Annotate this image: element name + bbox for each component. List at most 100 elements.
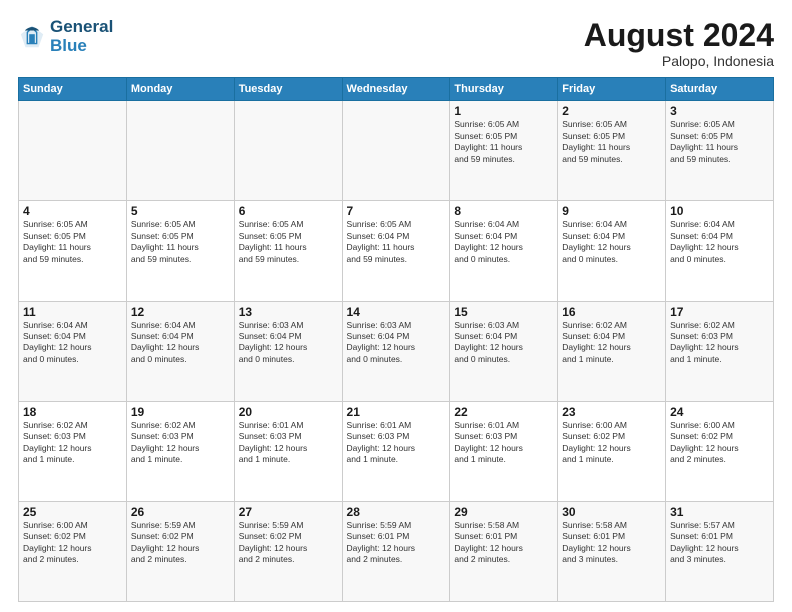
calendar-cell: 22Sunrise: 6:01 AM Sunset: 6:03 PM Dayli…	[450, 401, 558, 501]
day-info: Sunrise: 6:04 AM Sunset: 6:04 PM Dayligh…	[23, 320, 122, 366]
day-number: 3	[670, 104, 769, 118]
calendar-cell: 16Sunrise: 6:02 AM Sunset: 6:04 PM Dayli…	[558, 301, 666, 401]
day-info: Sunrise: 6:03 AM Sunset: 6:04 PM Dayligh…	[347, 320, 446, 366]
calendar-cell: 28Sunrise: 5:59 AM Sunset: 6:01 PM Dayli…	[342, 501, 450, 601]
calendar-cell: 4Sunrise: 6:05 AM Sunset: 6:05 PM Daylig…	[19, 201, 127, 301]
day-info: Sunrise: 6:01 AM Sunset: 6:03 PM Dayligh…	[239, 420, 338, 466]
day-number: 30	[562, 505, 661, 519]
day-info: Sunrise: 6:00 AM Sunset: 6:02 PM Dayligh…	[23, 520, 122, 566]
day-number: 6	[239, 204, 338, 218]
calendar-cell: 8Sunrise: 6:04 AM Sunset: 6:04 PM Daylig…	[450, 201, 558, 301]
logo-icon	[18, 23, 46, 51]
day-info: Sunrise: 6:05 AM Sunset: 6:05 PM Dayligh…	[562, 119, 661, 165]
calendar-cell: 20Sunrise: 6:01 AM Sunset: 6:03 PM Dayli…	[234, 401, 342, 501]
day-info: Sunrise: 5:59 AM Sunset: 6:02 PM Dayligh…	[131, 520, 230, 566]
day-number: 1	[454, 104, 553, 118]
calendar-cell: 21Sunrise: 6:01 AM Sunset: 6:03 PM Dayli…	[342, 401, 450, 501]
calendar-week-row: 1Sunrise: 6:05 AM Sunset: 6:05 PM Daylig…	[19, 101, 774, 201]
col-monday: Monday	[126, 78, 234, 101]
header: General Blue August 2024 Palopo, Indones…	[18, 18, 774, 69]
calendar-cell: 3Sunrise: 6:05 AM Sunset: 6:05 PM Daylig…	[666, 101, 774, 201]
calendar-cell: 6Sunrise: 6:05 AM Sunset: 6:05 PM Daylig…	[234, 201, 342, 301]
day-number: 27	[239, 505, 338, 519]
calendar-cell	[234, 101, 342, 201]
day-info: Sunrise: 6:05 AM Sunset: 6:05 PM Dayligh…	[454, 119, 553, 165]
day-number: 2	[562, 104, 661, 118]
day-number: 5	[131, 204, 230, 218]
day-info: Sunrise: 5:58 AM Sunset: 6:01 PM Dayligh…	[454, 520, 553, 566]
day-info: Sunrise: 6:02 AM Sunset: 6:03 PM Dayligh…	[670, 320, 769, 366]
calendar-cell: 10Sunrise: 6:04 AM Sunset: 6:04 PM Dayli…	[666, 201, 774, 301]
calendar-cell	[342, 101, 450, 201]
day-number: 14	[347, 305, 446, 319]
day-number: 23	[562, 405, 661, 419]
col-tuesday: Tuesday	[234, 78, 342, 101]
calendar-cell: 30Sunrise: 5:58 AM Sunset: 6:01 PM Dayli…	[558, 501, 666, 601]
day-info: Sunrise: 6:02 AM Sunset: 6:03 PM Dayligh…	[23, 420, 122, 466]
calendar-week-row: 18Sunrise: 6:02 AM Sunset: 6:03 PM Dayli…	[19, 401, 774, 501]
day-info: Sunrise: 5:59 AM Sunset: 6:01 PM Dayligh…	[347, 520, 446, 566]
calendar-cell: 12Sunrise: 6:04 AM Sunset: 6:04 PM Dayli…	[126, 301, 234, 401]
calendar-cell: 14Sunrise: 6:03 AM Sunset: 6:04 PM Dayli…	[342, 301, 450, 401]
calendar-cell: 31Sunrise: 5:57 AM Sunset: 6:01 PM Dayli…	[666, 501, 774, 601]
page: General Blue August 2024 Palopo, Indones…	[0, 0, 792, 612]
day-info: Sunrise: 6:03 AM Sunset: 6:04 PM Dayligh…	[454, 320, 553, 366]
calendar-table: Sunday Monday Tuesday Wednesday Thursday…	[18, 77, 774, 602]
day-number: 15	[454, 305, 553, 319]
col-wednesday: Wednesday	[342, 78, 450, 101]
day-number: 18	[23, 405, 122, 419]
day-info: Sunrise: 6:02 AM Sunset: 6:03 PM Dayligh…	[131, 420, 230, 466]
day-info: Sunrise: 5:57 AM Sunset: 6:01 PM Dayligh…	[670, 520, 769, 566]
calendar-cell: 13Sunrise: 6:03 AM Sunset: 6:04 PM Dayli…	[234, 301, 342, 401]
calendar-cell: 15Sunrise: 6:03 AM Sunset: 6:04 PM Dayli…	[450, 301, 558, 401]
day-number: 11	[23, 305, 122, 319]
day-number: 17	[670, 305, 769, 319]
day-number: 9	[562, 204, 661, 218]
day-info: Sunrise: 6:01 AM Sunset: 6:03 PM Dayligh…	[454, 420, 553, 466]
logo-line1: General	[50, 18, 113, 37]
day-number: 26	[131, 505, 230, 519]
calendar-cell: 18Sunrise: 6:02 AM Sunset: 6:03 PM Dayli…	[19, 401, 127, 501]
calendar-cell: 1Sunrise: 6:05 AM Sunset: 6:05 PM Daylig…	[450, 101, 558, 201]
day-number: 25	[23, 505, 122, 519]
day-number: 4	[23, 204, 122, 218]
day-number: 16	[562, 305, 661, 319]
day-number: 7	[347, 204, 446, 218]
calendar-cell: 25Sunrise: 6:00 AM Sunset: 6:02 PM Dayli…	[19, 501, 127, 601]
col-thursday: Thursday	[450, 78, 558, 101]
day-number: 10	[670, 204, 769, 218]
calendar-cell: 7Sunrise: 6:05 AM Sunset: 6:04 PM Daylig…	[342, 201, 450, 301]
day-info: Sunrise: 5:58 AM Sunset: 6:01 PM Dayligh…	[562, 520, 661, 566]
day-info: Sunrise: 6:03 AM Sunset: 6:04 PM Dayligh…	[239, 320, 338, 366]
calendar-week-row: 11Sunrise: 6:04 AM Sunset: 6:04 PM Dayli…	[19, 301, 774, 401]
calendar-cell: 24Sunrise: 6:00 AM Sunset: 6:02 PM Dayli…	[666, 401, 774, 501]
day-info: Sunrise: 6:05 AM Sunset: 6:04 PM Dayligh…	[347, 219, 446, 265]
logo: General Blue	[18, 18, 113, 55]
day-info: Sunrise: 5:59 AM Sunset: 6:02 PM Dayligh…	[239, 520, 338, 566]
day-number: 31	[670, 505, 769, 519]
day-number: 28	[347, 505, 446, 519]
col-saturday: Saturday	[666, 78, 774, 101]
calendar-cell: 19Sunrise: 6:02 AM Sunset: 6:03 PM Dayli…	[126, 401, 234, 501]
day-number: 20	[239, 405, 338, 419]
day-info: Sunrise: 6:05 AM Sunset: 6:05 PM Dayligh…	[239, 219, 338, 265]
day-number: 19	[131, 405, 230, 419]
calendar-cell	[126, 101, 234, 201]
calendar-cell: 27Sunrise: 5:59 AM Sunset: 6:02 PM Dayli…	[234, 501, 342, 601]
day-info: Sunrise: 6:05 AM Sunset: 6:05 PM Dayligh…	[23, 219, 122, 265]
calendar-cell: 17Sunrise: 6:02 AM Sunset: 6:03 PM Dayli…	[666, 301, 774, 401]
main-title: August 2024	[584, 18, 774, 53]
day-number: 22	[454, 405, 553, 419]
day-number: 8	[454, 204, 553, 218]
day-number: 13	[239, 305, 338, 319]
logo-text-block: General Blue	[50, 18, 113, 55]
title-block: August 2024 Palopo, Indonesia	[584, 18, 774, 69]
calendar-cell: 9Sunrise: 6:04 AM Sunset: 6:04 PM Daylig…	[558, 201, 666, 301]
day-number: 21	[347, 405, 446, 419]
day-info: Sunrise: 6:04 AM Sunset: 6:04 PM Dayligh…	[454, 219, 553, 265]
day-number: 29	[454, 505, 553, 519]
calendar-cell: 11Sunrise: 6:04 AM Sunset: 6:04 PM Dayli…	[19, 301, 127, 401]
col-friday: Friday	[558, 78, 666, 101]
day-info: Sunrise: 6:04 AM Sunset: 6:04 PM Dayligh…	[131, 320, 230, 366]
day-info: Sunrise: 6:00 AM Sunset: 6:02 PM Dayligh…	[562, 420, 661, 466]
